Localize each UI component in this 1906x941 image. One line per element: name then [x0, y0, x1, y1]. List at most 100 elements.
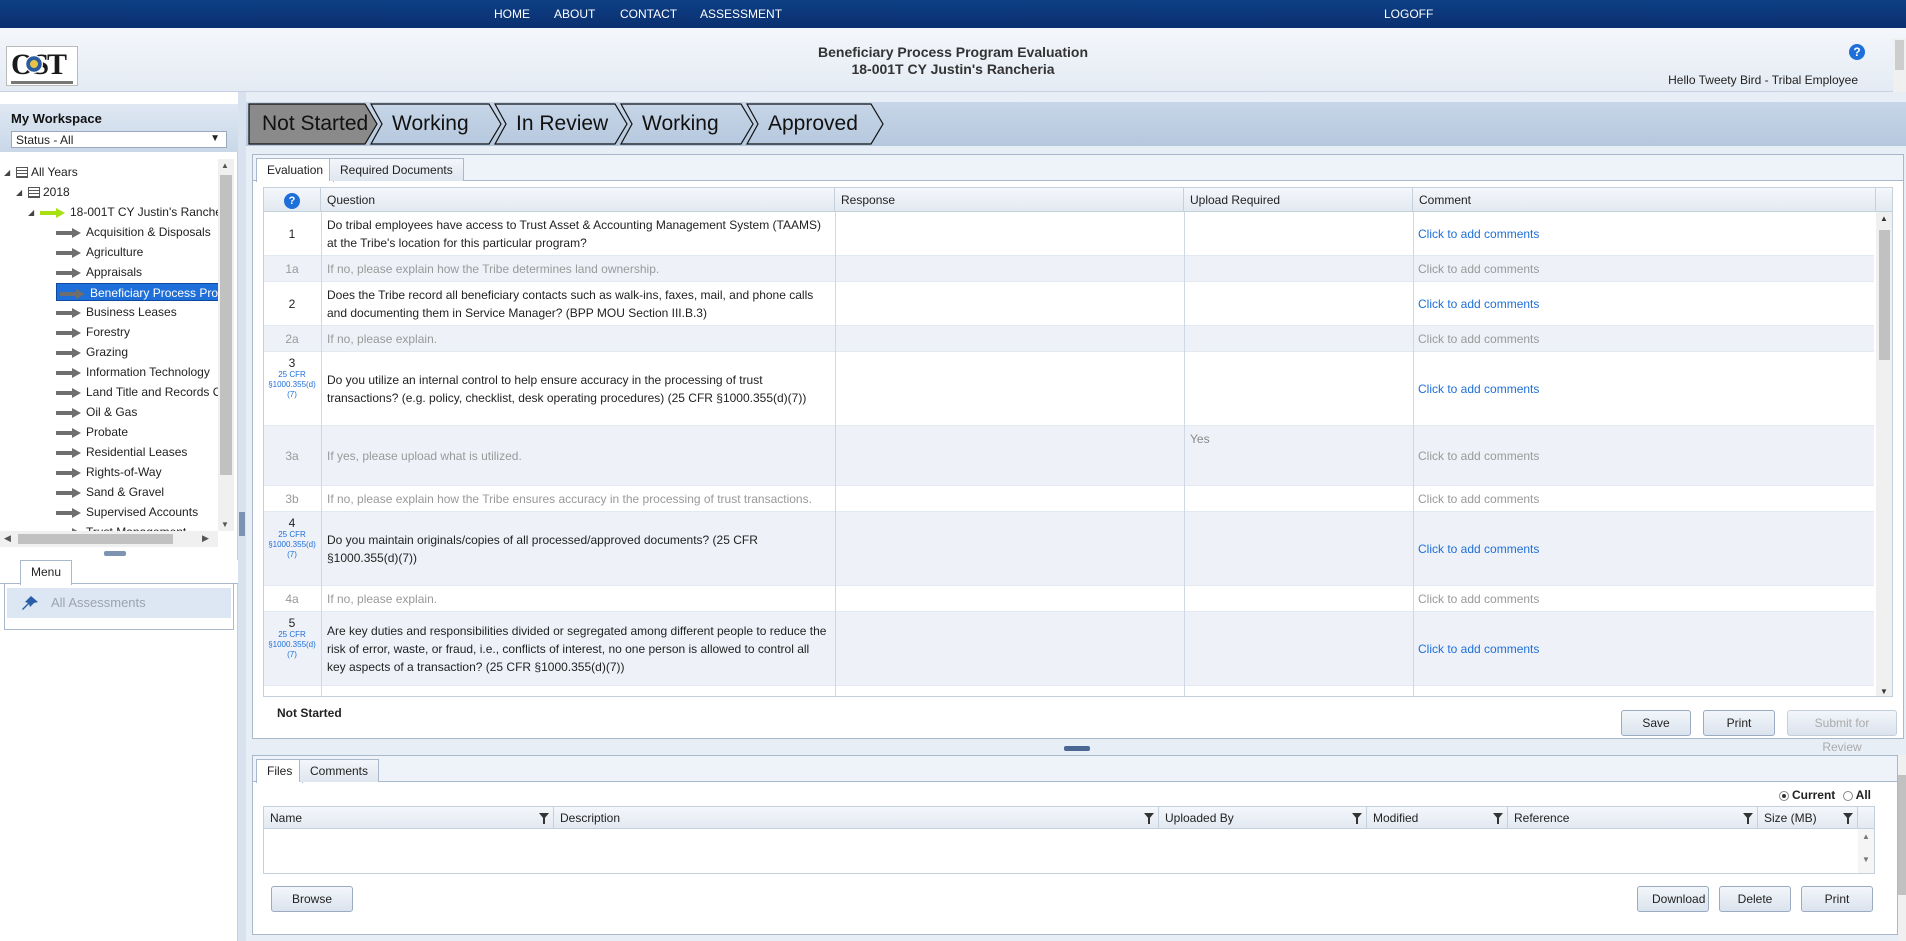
tab-evaluation[interactable]: Evaluation — [256, 158, 335, 182]
question-row[interactable]: 2a If no, please explain. Click to add com… — [264, 326, 1874, 352]
radio-all[interactable] — [1842, 790, 1853, 801]
tab-comments[interactable]: Comments — [299, 759, 380, 782]
scroll-down-icon[interactable]: ▼ — [1862, 855, 1870, 864]
add-comment-link[interactable]: Click to add comments — [1418, 256, 1778, 281]
tree-vertical-scrollbar[interactable]: ▲ ▼ — [218, 159, 234, 531]
cfr-reference-link[interactable]: 25 CFR §1000.355(d)(7) — [264, 370, 320, 400]
column-size[interactable]: Size (MB) — [1758, 807, 1858, 829]
add-comment-link[interactable]: Click to add comments — [1418, 486, 1778, 511]
question-grid-scrollbar[interactable]: ▲ ▼ — [1876, 212, 1892, 696]
add-comment-link[interactable]: Click to add comments — [1418, 512, 1778, 585]
scroll-right-icon[interactable]: ▶ — [202, 533, 209, 544]
scroll-thumb[interactable] — [220, 175, 232, 475]
response-cell[interactable] — [836, 426, 1182, 485]
nav-logoff[interactable]: LOGOFF — [1384, 7, 1433, 21]
submit-for-review-button[interactable]: Submit for Review — [1787, 710, 1897, 754]
column-reference[interactable]: Reference — [1508, 807, 1758, 829]
save-button[interactable]: Save — [1621, 710, 1691, 736]
question-row[interactable]: 2 Does the Tribe record all beneficiary c… — [264, 282, 1874, 326]
response-cell[interactable] — [836, 352, 1182, 425]
nav-contact[interactable]: CONTACT — [620, 7, 677, 21]
scroll-up-icon[interactable]: ▲ — [1862, 832, 1870, 841]
tree-node-year[interactable]: ◢ 2018 — [16, 183, 70, 201]
tree-item[interactable]: Sand & Gravel — [56, 483, 164, 501]
scroll-up-icon[interactable]: ▲ — [221, 161, 229, 170]
question-row[interactable]: 5 25 CFR §1000.355(d)(7) Are key duties an… — [264, 612, 1874, 686]
tree-item[interactable]: Supervised Accounts — [56, 503, 198, 521]
nav-home[interactable]: HOME — [494, 7, 530, 21]
delete-button[interactable]: Delete — [1719, 886, 1791, 912]
filter-icon[interactable] — [1352, 813, 1362, 824]
question-row[interactable]: 1 Do tribal employees have access to Trus… — [264, 212, 1874, 256]
tree-item[interactable]: Oil & Gas — [56, 403, 137, 421]
scroll-thumb[interactable] — [1895, 40, 1904, 70]
collapse-icon[interactable]: ◢ — [4, 164, 16, 182]
scroll-thumb[interactable] — [18, 534, 173, 544]
tree-node-all-years[interactable]: ◢ All Years — [4, 163, 78, 181]
tree-item[interactable]: Business Leases — [56, 303, 177, 321]
scroll-up-icon[interactable]: ▲ — [1880, 214, 1888, 223]
filter-icon[interactable] — [1843, 813, 1853, 824]
tree-item[interactable]: Forestry — [56, 323, 130, 341]
question-row[interactable]: 4 25 CFR §1000.355(d)(7) Do you maintain o… — [264, 512, 1874, 586]
add-comment-link[interactable]: Click to add comments — [1418, 212, 1778, 255]
menu-item-all-assessments[interactable]: All Assessments — [7, 588, 231, 618]
filter-icon[interactable] — [1743, 813, 1753, 824]
response-cell[interactable] — [836, 326, 1182, 351]
splitter-grip[interactable] — [239, 512, 245, 536]
nav-about[interactable]: ABOUT — [554, 7, 595, 21]
response-cell[interactable] — [836, 612, 1182, 685]
response-cell[interactable] — [836, 256, 1182, 281]
filter-icon[interactable] — [1493, 813, 1503, 824]
question-row[interactable]: 3a If yes, please upload what is utilized… — [264, 426, 1874, 486]
add-comment-link[interactable]: Click to add comments — [1418, 586, 1778, 611]
nav-assessment[interactable]: ASSESSMENT — [700, 7, 782, 21]
tab-files[interactable]: Files — [256, 759, 304, 783]
response-cell[interactable] — [836, 586, 1182, 611]
collapse-icon[interactable]: ◢ — [16, 184, 28, 202]
response-cell[interactable] — [836, 512, 1182, 585]
scroll-down-icon[interactable]: ▼ — [221, 520, 229, 529]
files-print-button[interactable]: Print — [1801, 886, 1873, 912]
response-cell[interactable] — [836, 486, 1182, 511]
add-comment-link[interactable]: Click to add comments — [1418, 426, 1778, 485]
question-row[interactable]: 3b If no, please explain how the Tribe en… — [264, 486, 1874, 512]
question-row[interactable]: 3 25 CFR §1000.355(d)(7) Do you utilize an… — [264, 352, 1874, 426]
filter-icon[interactable] — [539, 813, 549, 824]
main-split-handle[interactable] — [1064, 746, 1090, 751]
print-button[interactable]: Print — [1703, 710, 1775, 736]
add-comment-link[interactable]: Click to add comments — [1418, 352, 1778, 425]
tree-item[interactable]: Agriculture — [56, 243, 143, 261]
tree-item[interactable]: Grazing — [56, 343, 128, 361]
add-comment-link[interactable]: Click to add comments — [1418, 612, 1778, 685]
radio-current[interactable] — [1778, 790, 1789, 801]
filter-icon[interactable] — [1144, 813, 1154, 824]
header-scrollbar[interactable] — [1893, 38, 1906, 92]
panel-splitter[interactable] — [238, 92, 246, 941]
tab-required-documents[interactable]: Required Documents — [329, 158, 464, 181]
tree-item[interactable]: Land Title and Records Office — [56, 383, 218, 401]
collapse-icon[interactable]: ◢ — [28, 204, 40, 222]
scroll-down-icon[interactable]: ▼ — [1880, 687, 1888, 696]
scroll-thumb[interactable] — [1898, 775, 1906, 895]
tree-item[interactable]: Acquisition & Disposals — [56, 223, 211, 241]
column-name[interactable]: Name — [264, 807, 554, 829]
tree-node-assessment[interactable]: ◢ 18-001T CY Justin's Rancheria — [28, 203, 218, 221]
scroll-left-icon[interactable]: ◀ — [4, 533, 11, 544]
response-cell[interactable] — [836, 212, 1182, 255]
column-modified[interactable]: Modified — [1367, 807, 1508, 829]
browse-button[interactable]: Browse — [271, 886, 353, 912]
help-icon[interactable]: ? — [1849, 44, 1865, 60]
tab-menu[interactable]: Menu — [20, 560, 73, 585]
help-icon[interactable]: ? — [284, 192, 300, 209]
status-filter-select[interactable]: Status - All ▼ — [11, 131, 227, 148]
tree-item[interactable]: Rights-of-Way — [56, 463, 162, 481]
cfr-reference-link[interactable]: 25 CFR §1000.355(d)(7) — [264, 530, 320, 560]
download-button[interactable]: Download — [1637, 886, 1709, 912]
tree-item[interactable]: Residential Leases — [56, 443, 187, 461]
tree-item[interactable]: Trust Management — [56, 523, 186, 531]
scroll-thumb[interactable] — [1879, 230, 1890, 360]
add-comment-link[interactable]: Click to add comments — [1418, 282, 1778, 325]
sidebar-split-handle[interactable] — [104, 551, 126, 556]
question-row[interactable]: 4a If no, please explain. Click to add com… — [264, 586, 1874, 612]
